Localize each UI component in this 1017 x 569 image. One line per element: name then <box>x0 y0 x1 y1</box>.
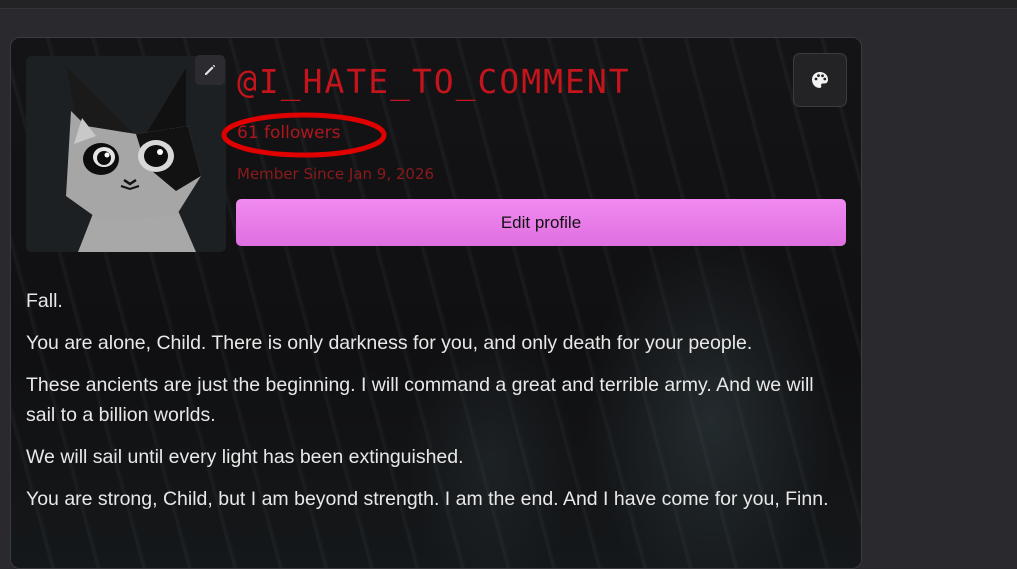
bio-paragraph: Fall. <box>26 290 63 312</box>
profile-card: @I_HATE_TO_COMMENT 61 followers Member S… <box>10 37 862 569</box>
pencil-icon <box>205 64 216 75</box>
bio-paragraph: We will sail until every light has been … <box>26 446 464 468</box>
cat-avatar-image <box>26 56 226 252</box>
top-bar <box>0 0 1017 9</box>
bio-paragraph: You are alone, Child. There is only dark… <box>26 332 753 354</box>
avatar-edit-button[interactable] <box>195 55 225 85</box>
avatar[interactable] <box>26 56 226 252</box>
followers-count[interactable]: 61 followers <box>237 123 340 143</box>
theme-button[interactable] <box>793 53 847 107</box>
username: @I_HATE_TO_COMMENT <box>237 62 631 101</box>
bio: Fall. You are alone, Child. There is onl… <box>26 286 846 526</box>
edit-profile-button[interactable]: Edit profile <box>236 199 846 246</box>
bio-paragraph: These ancients are just the beginning. I… <box>26 374 814 426</box>
bio-paragraph: You are strong, Child, but I am beyond s… <box>26 488 829 510</box>
member-since: Member Since Jan 9, 2026 <box>237 165 435 183</box>
palette-icon <box>812 72 828 88</box>
